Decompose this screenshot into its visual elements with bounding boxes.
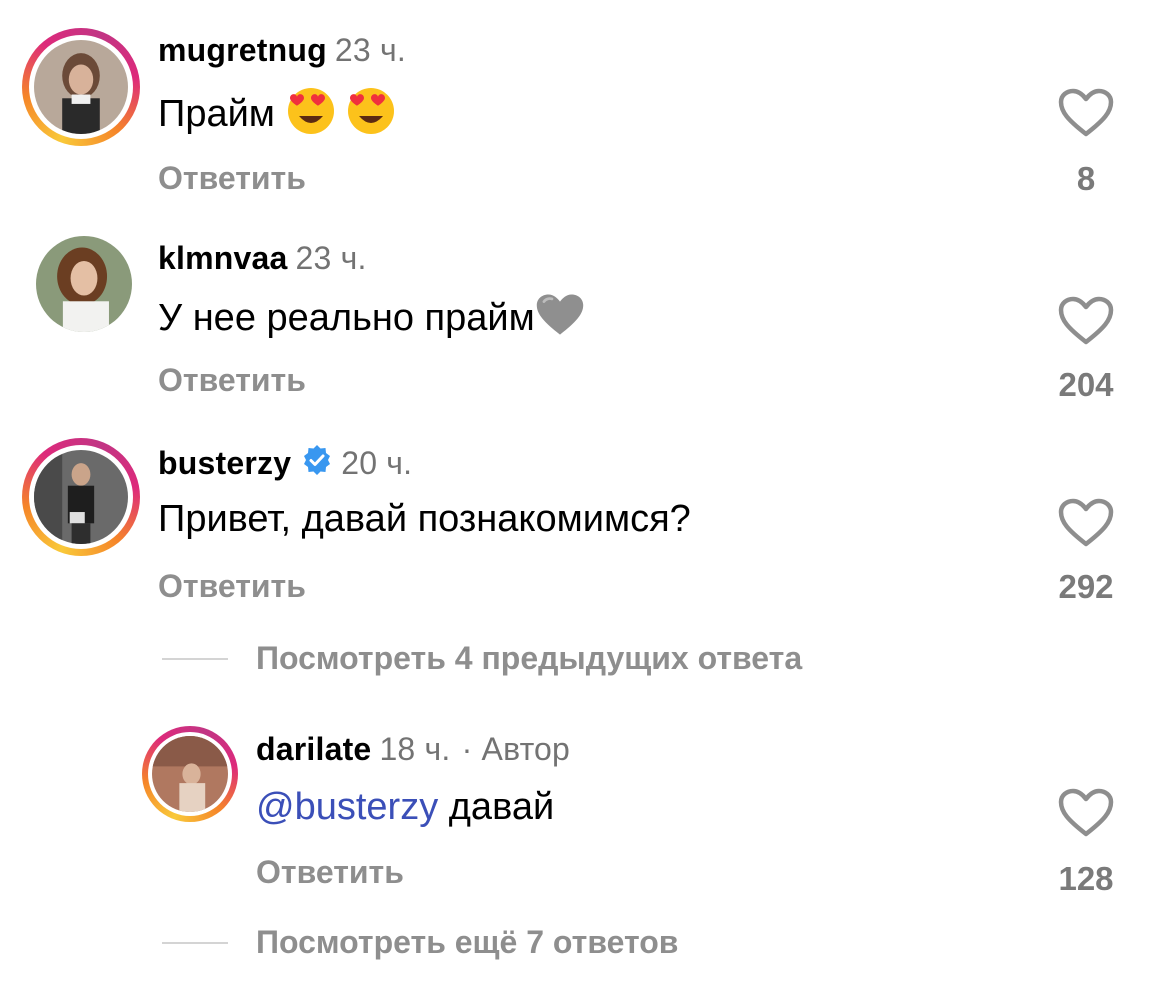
comment-text: Прайм: [158, 93, 275, 136]
username[interactable]: mugretnug: [158, 32, 327, 68]
heart-eyes-emoji: [286, 86, 336, 146]
like-count: 204: [1058, 366, 1114, 403]
comment-text-row: У нее реально прайм: [158, 292, 585, 348]
like-heart-icon[interactable]: [1058, 498, 1114, 548]
avatar: [34, 40, 128, 134]
comment-text: У нее реально прайм: [158, 297, 535, 340]
comment-time: 18 ч.: [379, 731, 451, 767]
reply-button[interactable]: Ответить: [158, 362, 306, 399]
username[interactable]: klmnvaa: [158, 240, 287, 276]
reply-button[interactable]: Ответить: [158, 160, 306, 197]
comment-text: Привет, давай познакомимся?: [158, 498, 691, 540]
like-count: 292: [1058, 568, 1114, 605]
avatar-story-ring[interactable]: [22, 28, 140, 146]
verified-badge-icon: [301, 444, 333, 484]
comment-time: 23 ч.: [334, 32, 406, 68]
avatar: [36, 236, 132, 332]
like-count: 128: [1058, 860, 1114, 897]
comment-time: 20 ч.: [341, 445, 413, 481]
grey-heart-emoji: [535, 292, 585, 348]
avatar: [152, 736, 228, 812]
comment-time: 23 ч.: [295, 240, 367, 276]
avatar-wrap[interactable]: [36, 236, 132, 332]
view-previous-replies-button[interactable]: Посмотреть 4 предыдущих ответа: [256, 640, 802, 677]
like-count: 8: [1076, 160, 1096, 197]
comment-text-row: Прайм: [158, 86, 396, 146]
comment-text: давай: [438, 786, 555, 828]
reply-button[interactable]: Ответить: [158, 568, 306, 605]
comment-text-row: @busterzy давай: [256, 786, 554, 829]
avatar: [34, 450, 128, 544]
reply-button[interactable]: Ответить: [256, 854, 404, 891]
like-heart-icon[interactable]: [1058, 296, 1114, 346]
mention-link[interactable]: @busterzy: [256, 786, 438, 828]
heart-eyes-emoji: [346, 86, 396, 146]
like-heart-icon[interactable]: [1058, 788, 1114, 838]
view-more-replies-button[interactable]: Посмотреть ещё 7 ответов: [256, 924, 678, 961]
username[interactable]: busterzy: [158, 445, 291, 481]
username[interactable]: darilate: [256, 731, 371, 767]
thread-divider-line: [162, 658, 228, 660]
avatar-story-ring[interactable]: [22, 438, 140, 556]
author-tag: · Автор: [461, 731, 571, 767]
avatar-story-ring[interactable]: [142, 726, 238, 822]
thread-divider-line: [162, 942, 228, 944]
like-heart-icon[interactable]: [1058, 88, 1114, 138]
